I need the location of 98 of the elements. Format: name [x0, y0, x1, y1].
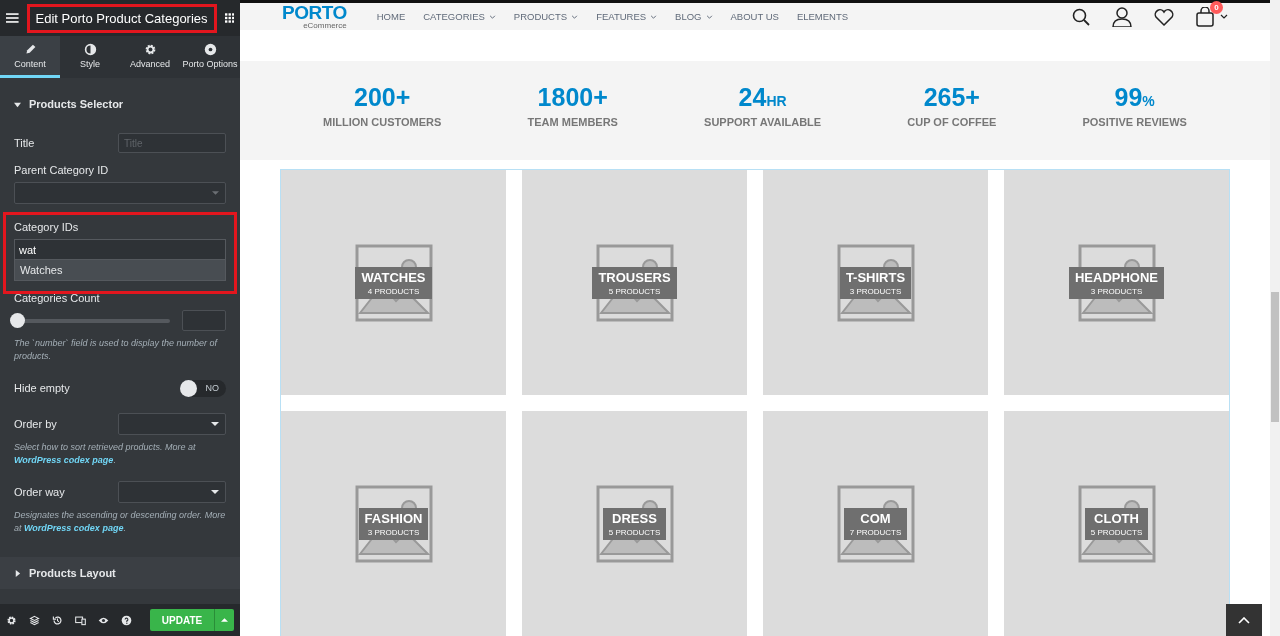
stat-label: MILLION CUSTOMERS — [323, 115, 442, 128]
category-name: TROUSERS — [598, 269, 671, 285]
category-tile[interactable]: CLOTH 5 PRODUCTS — [1004, 411, 1229, 636]
category-count: 5 PRODUCTS — [1090, 527, 1143, 537]
chevron-icon — [488, 14, 496, 19]
nav-link[interactable]: PRODUCTS — [513, 11, 579, 22]
chevron-up-icon — [1238, 616, 1250, 624]
pencil-icon — [23, 42, 37, 56]
select-field[interactable] — [118, 413, 226, 435]
stat-number: 200+ — [354, 82, 411, 112]
category-name: DRESS — [612, 510, 657, 526]
settings-icon[interactable] — [6, 614, 17, 626]
caret-icon — [212, 191, 219, 195]
menu-icon[interactable] — [6, 11, 19, 25]
heart-icon[interactable] — [1154, 7, 1174, 26]
category-name: CLOTH — [1094, 510, 1139, 526]
apps-grid-icon[interactable] — [224, 12, 234, 24]
stat-number: 265+ — [923, 82, 980, 112]
field-label: Category IDs — [14, 221, 80, 233]
caret-icon — [14, 569, 21, 577]
logo-tagline: eCommerce — [303, 22, 347, 30]
category-name: T-SHIRTS — [845, 269, 906, 285]
help-text: Select how to sort retrieved products. More at WordPress codex page. — [14, 441, 197, 467]
stat-label: SUPPORT AVAILABLE — [704, 115, 822, 128]
disc-icon — [203, 42, 217, 56]
category-tile[interactable]: COM 7 PRODUCTS — [763, 411, 988, 636]
nav-link[interactable]: HOME — [376, 11, 406, 22]
category-count: 5 PRODUCTS — [608, 286, 661, 296]
chevron-icon — [705, 14, 713, 19]
stat-number: 1800+ — [537, 82, 608, 112]
category-tile[interactable]: FASHION 3 PRODUCTS — [281, 411, 506, 636]
nav-link[interactable]: FEATURES — [596, 11, 658, 22]
contrast-icon — [83, 42, 97, 56]
panel-tab[interactable]: Advanced — [120, 36, 180, 78]
panel-title: Edit Porto Product Categories — [26, 3, 217, 33]
panel-tab[interactable]: Porto Options — [180, 36, 240, 78]
category-name: HEADPHONE — [1074, 269, 1159, 285]
layers-icon[interactable] — [29, 614, 40, 626]
chevron-icon — [650, 14, 658, 19]
category-tile[interactable]: T-SHIRTS 3 PRODUCTS — [763, 170, 988, 395]
scroll-to-top-button[interactable] — [1226, 604, 1262, 636]
suggestion-item[interactable]: Watches — [14, 260, 226, 281]
help-text: The `number` field is used to display the number of products. — [14, 337, 219, 363]
category-count: 3 PRODUCTS — [849, 286, 902, 296]
update-options-button[interactable] — [214, 609, 234, 631]
field-label: Hide empty — [14, 382, 70, 394]
panel-tab[interactable]: Style — [60, 36, 120, 78]
category-tile[interactable]: DRESS 5 PRODUCTS — [522, 411, 747, 636]
category-count: 7 PRODUCTS — [849, 527, 902, 537]
nav-link[interactable]: CATEGORIES — [423, 11, 496, 22]
history-icon[interactable] — [52, 614, 63, 626]
caret-icon — [14, 100, 21, 108]
stat-label: POSITIVE REVIEWS — [1082, 115, 1187, 128]
select-field[interactable] — [14, 182, 226, 204]
toggle-switch[interactable]: NO — [180, 379, 226, 397]
caret-icon — [221, 618, 228, 622]
number-field[interactable] — [182, 310, 226, 331]
panel-tab[interactable]: Content — [0, 36, 60, 78]
category-count: 3 PRODUCTS — [367, 527, 420, 537]
chevron-icon — [571, 14, 579, 19]
category-count: 3 PRODUCTS — [1090, 286, 1143, 296]
select-field[interactable] — [118, 481, 226, 503]
category-count: 4 PRODUCTS — [367, 286, 420, 296]
category-tile[interactable]: WATCHES 4 PRODUCTS — [281, 170, 506, 395]
nav-link[interactable]: ELEMENTS — [796, 11, 849, 22]
field-label: Parent Category ID — [14, 164, 110, 176]
help-icon[interactable] — [121, 614, 132, 626]
category-name: WATCHES — [361, 269, 426, 285]
stat-number: 24HR — [738, 82, 787, 112]
field-label: Order way — [14, 486, 65, 498]
field-label: Order by — [14, 418, 57, 430]
field-label: Title — [14, 137, 35, 149]
scrollbar[interactable] — [1270, 0, 1280, 636]
chevron-icon[interactable] — [1220, 14, 1228, 19]
help-text: Designates the ascending or descending order. More at WordPress codex page. — [14, 509, 226, 535]
nav-link[interactable]: ABOUT US — [730, 11, 779, 22]
category-count: 5 PRODUCTS — [608, 527, 661, 537]
tag-search-field[interactable]: wat — [14, 239, 226, 260]
shopping-bag-icon[interactable] — [1196, 6, 1214, 27]
slider-thumb[interactable] — [10, 313, 25, 328]
category-tile[interactable]: TROUSERS 5 PRODUCTS — [522, 170, 747, 395]
section-header[interactable]: Products Layout — [0, 557, 240, 589]
user-icon[interactable] — [1112, 6, 1132, 27]
site-logo[interactable]: PORTO — [282, 3, 347, 22]
field-label: Categories Count — [14, 292, 101, 304]
caret-icon — [211, 422, 219, 426]
stat-number: 99% — [1114, 82, 1155, 112]
category-tile[interactable]: HEADPHONE 3 PRODUCTS — [1004, 170, 1229, 395]
category-name: COM — [860, 510, 891, 526]
cart-count-badge: 0 — [1210, 0, 1223, 14]
stat-label: TEAM MEMBERS — [527, 115, 618, 128]
category-name: FASHION — [364, 510, 423, 526]
search-icon[interactable] — [1072, 7, 1090, 26]
settings-icon — [143, 42, 157, 56]
stat-label: CUP OF COFFEE — [907, 115, 997, 128]
devices-icon[interactable] — [75, 614, 86, 626]
caret-icon — [211, 490, 219, 494]
nav-link[interactable]: BLOG — [675, 11, 713, 22]
